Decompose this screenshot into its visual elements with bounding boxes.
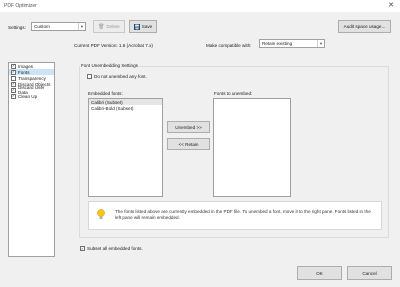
do-not-unembed-label: Do not unembed any font. xyxy=(94,74,147,79)
checkbox[interactable]: ✓ xyxy=(11,87,16,93)
lightbulb-icon xyxy=(97,209,105,219)
embedded-fonts-list[interactable]: Calibri (Subset) Calibri-Bold (Subset) xyxy=(88,98,163,197)
subset-option[interactable]: ✓ Subset all embedded fonts. xyxy=(80,246,143,251)
window-title: PDF Optimizer xyxy=(4,3,37,9)
close-icon[interactable]: ✕ xyxy=(388,1,394,9)
checkbox[interactable] xyxy=(87,74,92,79)
ok-button[interactable]: OK xyxy=(297,266,342,280)
subset-label: Subset all embedded fonts. xyxy=(87,246,143,251)
delete-button-label: Delete xyxy=(106,24,120,29)
category-list: ✓ Images ✓ Fonts Transparency ✓ Discard … xyxy=(8,62,55,257)
settings-label: Settings: xyxy=(8,25,26,30)
group-title: Font Unembedding Settings xyxy=(80,63,139,68)
trash-icon: 🗑 xyxy=(98,23,105,30)
category-label: Images xyxy=(18,63,34,69)
cancel-button[interactable]: Cancel xyxy=(347,266,392,280)
settings-value: Custom xyxy=(34,24,50,29)
info-text: The fonts listed above are currently emb… xyxy=(115,209,371,220)
fonts-to-unembed-label: Fonts to unembed: xyxy=(214,91,253,96)
retain-button[interactable]: << Retain xyxy=(167,138,210,150)
retain-button-label: << Retain xyxy=(178,141,199,147)
unembed-button[interactable]: Unembed >> xyxy=(167,121,210,133)
delete-button[interactable]: 🗑 Delete xyxy=(93,20,125,33)
ok-button-label: OK xyxy=(316,270,323,276)
current-version-label: Current PDF Version: 1.6 (Acrobat 7.x) xyxy=(74,43,153,48)
checkbox[interactable]: ✓ xyxy=(11,63,16,69)
category-item-discard-user-data[interactable]: ✓ Discard User Data xyxy=(9,85,54,95)
category-label: Clean Up xyxy=(18,93,38,99)
chevron-down-icon: ▼ xyxy=(78,23,85,30)
disk-icon xyxy=(133,23,140,30)
category-label: Fonts xyxy=(18,69,30,75)
checkbox[interactable]: ✓ xyxy=(11,69,16,75)
fonts-to-unembed-list[interactable] xyxy=(213,98,291,197)
title-bar: PDF Optimizer ✕ xyxy=(0,0,400,12)
chevron-down-icon: ▼ xyxy=(317,40,324,47)
compatible-label: Make compatible with: xyxy=(206,43,252,48)
save-button-label: Save xyxy=(141,24,153,29)
unembed-button-label: Unembed >> xyxy=(175,124,202,130)
category-label: Transparency xyxy=(18,75,46,81)
checkbox[interactable] xyxy=(11,75,16,81)
info-box: The fonts listed above are currently emb… xyxy=(88,201,382,230)
embedded-fonts-label: Embedded fonts: xyxy=(88,91,123,96)
cancel-button-label: Cancel xyxy=(362,270,377,276)
audit-space-button[interactable]: Audit space usage... xyxy=(338,20,391,33)
settings-select[interactable]: Custom ▼ xyxy=(31,22,86,31)
checkbox[interactable]: ✓ xyxy=(80,246,85,251)
save-button[interactable]: Save xyxy=(129,20,157,33)
checkbox[interactable]: ✓ xyxy=(11,81,16,87)
compatibility-select[interactable]: Retain existing ▼ xyxy=(259,39,325,48)
do-not-unembed-option[interactable]: Do not unembed any font. xyxy=(87,74,147,79)
list-item[interactable]: Calibri-Bold (Subset) xyxy=(89,105,162,111)
audit-space-label: Audit space usage... xyxy=(343,24,386,29)
compatibility-value: Retain existing xyxy=(262,41,293,46)
checkbox[interactable]: ✓ xyxy=(11,93,16,99)
